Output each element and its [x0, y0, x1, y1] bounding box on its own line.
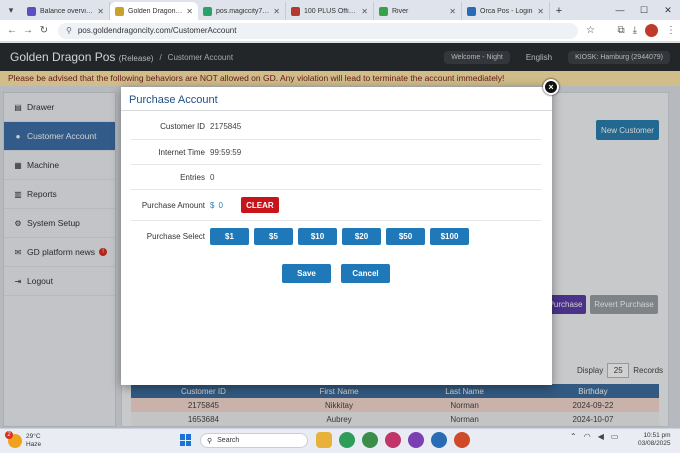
taskbar-apps [316, 432, 470, 448]
browser-tab[interactable]: Golden Dragon Pos✕ [110, 2, 198, 20]
weather-widget[interactable]: 2 29°C Haze [0, 431, 120, 449]
close-tab-icon[interactable]: ✕ [537, 7, 544, 16]
url-text: pos.goldendragoncity.com/CustomerAccount [77, 26, 237, 35]
profile-avatar[interactable] [645, 24, 658, 37]
search-placeholder: Search [217, 437, 240, 444]
purchase-amount-row: Purchase Amount $0 CLEAR [131, 190, 541, 221]
purchase-amount-value: $0 [210, 201, 223, 210]
windows-start-icon[interactable] [180, 434, 192, 446]
tab-favicon-icon [203, 6, 212, 16]
purchase-select-label: Purchase Select [146, 232, 205, 241]
tab-title: Golden Dragon Pos [128, 7, 183, 15]
browser-tab[interactable]: pos.magiccity777.com✕ [198, 2, 286, 20]
address-bar: ← → ↻ ⚲ pos.goldendragoncity.com/Custome… [0, 20, 680, 42]
close-tab-icon[interactable]: ✕ [186, 7, 193, 16]
internet-time-label: Internet Time [158, 147, 205, 157]
chrome-icon[interactable] [431, 432, 447, 448]
customer-id-row: Customer ID 2175845 [131, 114, 541, 140]
weather-condition: Haze [26, 441, 42, 448]
purchase-select-row: Purchase Select $1 $5 $10 $20 $50 $100 [131, 221, 541, 252]
browser-tab[interactable]: 100 PLUS Office Syst✕ [286, 2, 374, 20]
file-explorer-icon[interactable] [316, 432, 332, 448]
cancel-button[interactable]: Cancel [341, 264, 390, 283]
battery-icon[interactable]: ▭ [611, 432, 619, 441]
purchase-option-button[interactable]: $10 [298, 228, 337, 245]
customer-id-value: 2175845 [210, 122, 242, 131]
tab-favicon-icon [467, 6, 476, 16]
volume-icon[interactable]: ◀ [598, 432, 604, 441]
search-icon: ⚲ [207, 437, 213, 445]
downloads-icon[interactable]: ⤓ [633, 25, 637, 36]
chrome-icon[interactable] [454, 432, 470, 448]
tab-favicon-icon [291, 6, 300, 16]
browser-tab[interactable]: Balance overview - La✕ [22, 2, 110, 20]
close-tab-icon[interactable]: ✕ [97, 7, 104, 16]
maximize-icon[interactable]: ☐ [632, 0, 656, 20]
weather-badge: 2 [5, 431, 13, 439]
tab-title: Balance overview - La [40, 7, 95, 15]
purchase-option-button[interactable]: $50 [386, 228, 425, 245]
back-icon[interactable]: ← [4, 25, 20, 36]
close-window-icon[interactable]: ✕ [656, 0, 680, 20]
minimize-icon[interactable]: — [608, 0, 632, 20]
internet-time-value: 99:59:59 [210, 147, 242, 157]
purchase-amount-number: 0 [218, 200, 223, 210]
weather-sun-icon: 2 [5, 431, 22, 448]
bookmark-star-icon[interactable]: ☆ [586, 25, 595, 36]
clear-button[interactable]: CLEAR [240, 197, 279, 213]
taskbar-clock[interactable]: 10:51 pm 03/08/2025 [638, 432, 671, 448]
modal-title: Purchase Account [121, 87, 552, 111]
site-info-icon[interactable]: ⚲ [66, 26, 72, 35]
window-controls: — ☐ ✕ [608, 0, 680, 20]
purchase-option-button[interactable]: $1 [210, 228, 249, 245]
date: 03/08/2025 [638, 440, 671, 447]
customer-id-label: Customer ID [160, 122, 205, 131]
browser-tab[interactable]: Orca Pos - Login ✕ [462, 2, 550, 20]
chrome-icon[interactable] [362, 432, 378, 448]
tab-title: River [392, 7, 409, 15]
currency-symbol: $ [210, 200, 215, 210]
close-tab-icon[interactable]: ✕ [273, 7, 280, 16]
chevron-up-icon[interactable]: ⌃ [570, 432, 577, 441]
entries-label: Entries [180, 172, 205, 182]
entries-row: Entries 0 [131, 165, 541, 190]
close-tab-icon[interactable]: ✕ [361, 7, 368, 16]
close-tab-icon[interactable]: ✕ [449, 7, 456, 16]
tab-title: pos.magiccity777.com [216, 7, 271, 15]
purchase-amount-label: Purchase Amount [141, 200, 205, 210]
extensions-icon[interactable]: ⧉ [617, 25, 624, 36]
tab-title: 100 PLUS Office Syst [304, 7, 358, 15]
purchase-option-button[interactable]: $5 [254, 228, 293, 245]
new-tab-button[interactable]: + [550, 2, 568, 20]
close-icon[interactable]: × [543, 79, 559, 95]
entries-value: 0 [210, 172, 215, 182]
browser-tab-bar: ▾ Balance overview - La✕Golden Dragon Po… [0, 0, 680, 20]
reload-icon[interactable]: ↻ [36, 25, 52, 36]
forward-icon[interactable]: → [20, 25, 36, 36]
menu-icon[interactable]: ⋮ [666, 25, 676, 36]
tab-title: Orca Pos - Login [480, 7, 533, 15]
chrome-icon[interactable] [385, 432, 401, 448]
tab-actions-icon[interactable]: ▾ [0, 0, 22, 20]
temperature: 29°C [26, 433, 41, 440]
purchase-select-options: $1 $5 $10 $20 $50 $100 [210, 228, 469, 245]
tab-favicon-icon [27, 6, 36, 16]
tab-favicon-icon [115, 6, 124, 16]
chrome-icon[interactable] [408, 432, 424, 448]
chrome-icon[interactable] [339, 432, 355, 448]
url-field[interactable]: ⚲ pos.goldendragoncity.com/CustomerAccou… [58, 22, 578, 39]
wifi-icon[interactable]: ◠ [584, 432, 591, 441]
save-button[interactable]: Save [282, 264, 331, 283]
purchase-option-button[interactable]: $100 [430, 228, 469, 245]
time: 10:51 pm [643, 432, 671, 439]
browser-tab[interactable]: River ✕ [374, 2, 462, 20]
taskbar-search[interactable]: ⚲ Search [200, 433, 308, 448]
internet-time-row: Internet Time 99:59:59 [131, 140, 541, 165]
tab-favicon-icon [379, 6, 388, 16]
purchase-option-button[interactable]: $20 [342, 228, 381, 245]
system-tray: ⌃ ◠ ◀ ▭ [570, 432, 618, 441]
